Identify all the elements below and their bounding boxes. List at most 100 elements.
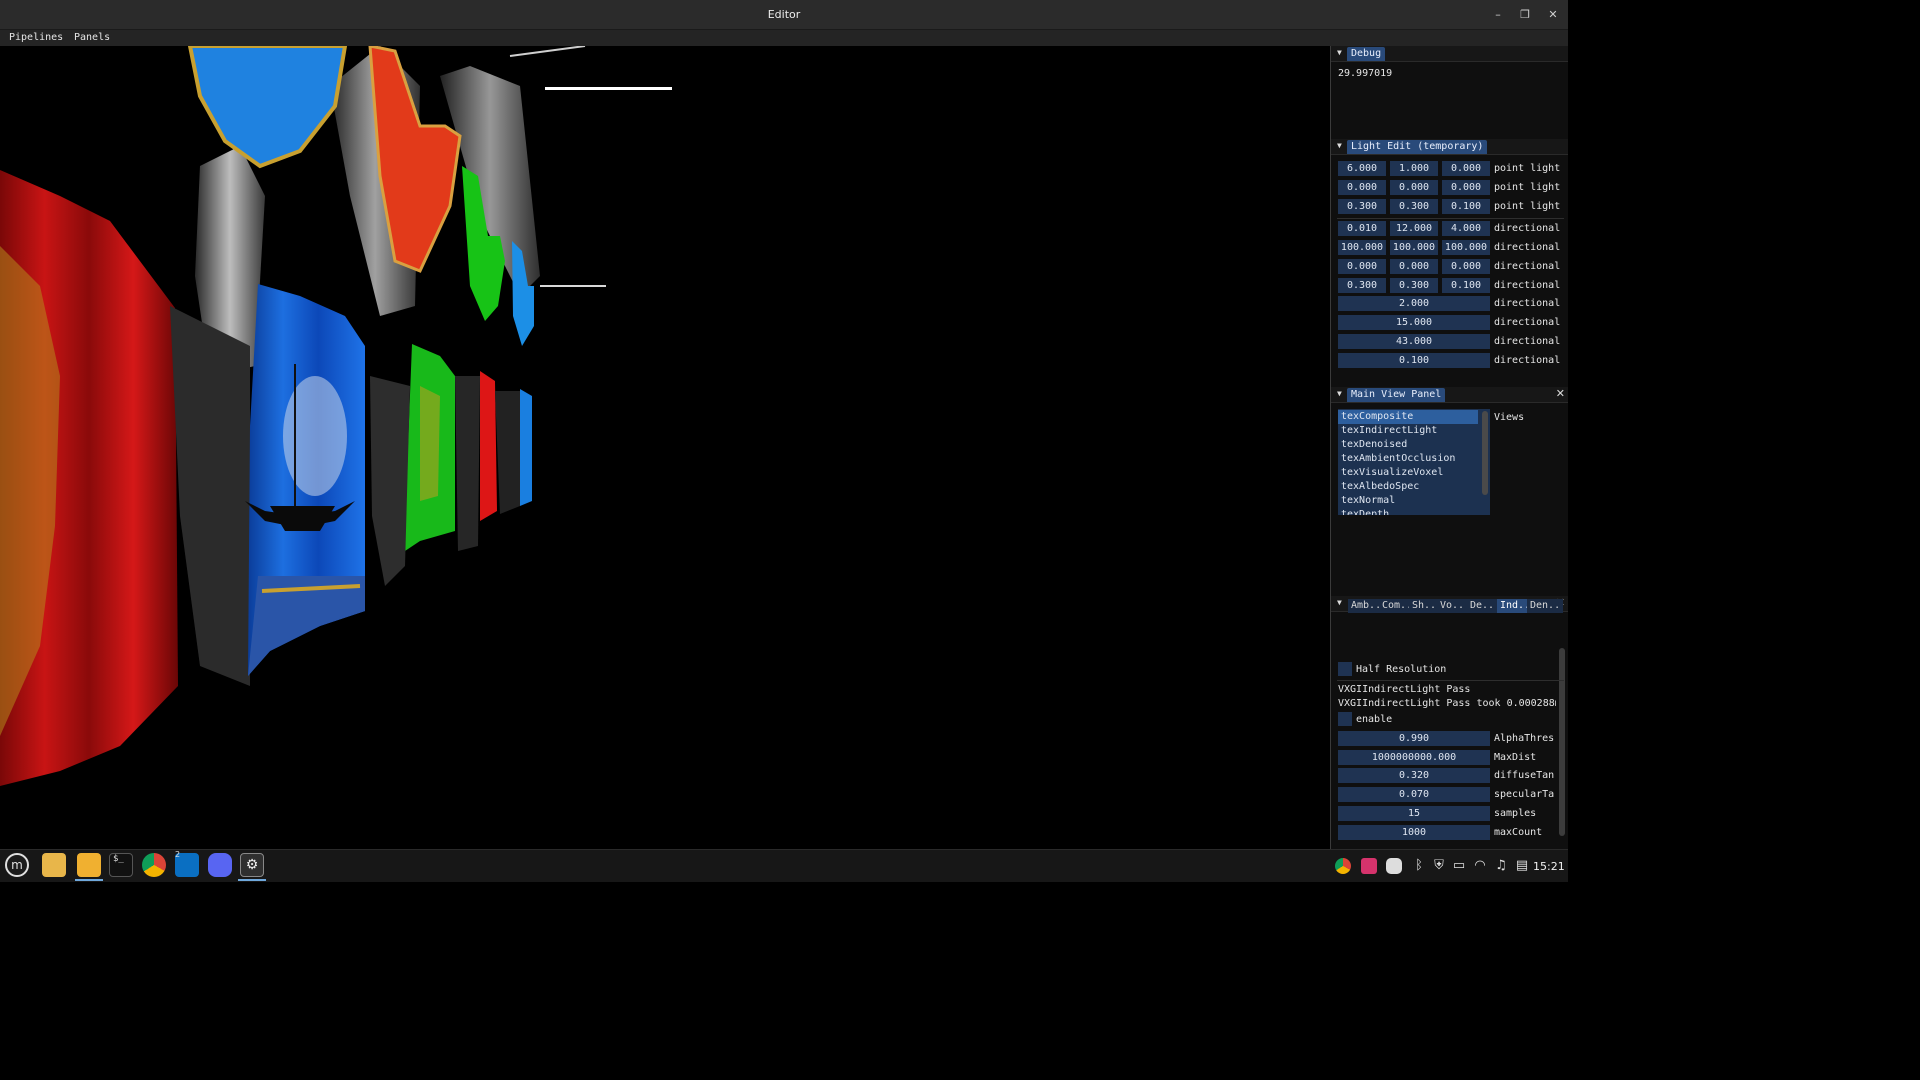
mint-menu-icon[interactable]: m	[5, 853, 29, 877]
close-icon[interactable]: ✕	[1545, 7, 1561, 23]
enable-label: enable	[1356, 714, 1393, 725]
param-specular-tan[interactable]: 0.070	[1338, 787, 1490, 802]
debug-fps-value: 29.997019	[1338, 68, 1393, 79]
directional-scalar-3[interactable]: 43.000	[1338, 334, 1490, 349]
directional-dir-z[interactable]: 4.000	[1442, 221, 1490, 236]
directional-scalar-1[interactable]: 2.000	[1338, 296, 1490, 311]
menu-pipelines[interactable]: Pipelines	[9, 32, 63, 43]
param-label: samples	[1494, 808, 1537, 819]
directional-label: directional	[1494, 280, 1561, 291]
point-light-pos-y[interactable]: 1.000	[1390, 161, 1438, 176]
views-listbox[interactable]: texComposite texIndirectLight texDenoise…	[1338, 409, 1490, 515]
discord-icon[interactable]	[208, 853, 232, 877]
maximize-icon[interactable]: ❐	[1517, 7, 1533, 23]
point-light-color-b[interactable]: 0.000	[1442, 180, 1490, 195]
directional-vec3a-z[interactable]: 0.000	[1442, 259, 1490, 274]
point-light-color-g[interactable]: 0.000	[1390, 180, 1438, 195]
tab-debug[interactable]: Debug	[1347, 47, 1386, 61]
collapse-triangle-icon[interactable]: ▼	[1337, 48, 1342, 57]
half-resolution-checkbox[interactable]	[1338, 662, 1352, 676]
file-manager-icon[interactable]	[77, 853, 101, 877]
list-item[interactable]: texDenoised	[1341, 438, 1407, 452]
list-item[interactable]: texComposite	[1338, 410, 1478, 424]
close-icon[interactable]: ✕	[1556, 387, 1565, 400]
directional-label: directional	[1494, 261, 1561, 272]
point-light-atten-z[interactable]: 0.100	[1442, 199, 1490, 214]
param-label: specularTa	[1494, 789, 1554, 800]
enable-checkbox[interactable]	[1338, 712, 1352, 726]
views-label: Views	[1494, 412, 1525, 423]
chrome-tray-icon[interactable]	[1335, 858, 1351, 874]
tab-light-edit[interactable]: Light Edit (temporary)	[1347, 140, 1488, 154]
tab-voxelize[interactable]: Vo..	[1437, 599, 1468, 613]
discord-tray-icon[interactable]	[1386, 858, 1402, 874]
directional-vec3b-z[interactable]: 0.100	[1442, 278, 1490, 293]
list-scrollbar[interactable]	[1482, 411, 1488, 495]
param-max-count[interactable]: 1000	[1338, 825, 1490, 840]
param-alpha-threshold[interactable]: 0.990	[1338, 731, 1490, 746]
directional-intensity-r[interactable]: 100.000	[1338, 240, 1386, 255]
collapse-triangle-icon[interactable]: ▼	[1337, 598, 1342, 607]
bluetooth-icon[interactable]: ᛒ	[1411, 858, 1427, 874]
directional-label: directional	[1494, 242, 1561, 253]
directional-scalar-2[interactable]: 15.000	[1338, 315, 1490, 330]
directional-intensity-b[interactable]: 100.000	[1442, 240, 1490, 255]
point-light-pos-label: point light p	[1494, 163, 1566, 174]
point-light-atten-y[interactable]: 0.300	[1390, 199, 1438, 214]
chrome-icon[interactable]	[142, 853, 166, 877]
directional-vec3b-x[interactable]: 0.300	[1338, 278, 1386, 293]
directional-intensity-g[interactable]: 100.000	[1390, 240, 1438, 255]
half-resolution-label: Half Resolution	[1356, 664, 1447, 675]
list-item[interactable]: texAlbedoSpec	[1341, 480, 1419, 494]
tab-denoise[interactable]: Den..	[1527, 599, 1564, 613]
tab-main-view-panel[interactable]: Main View Panel	[1347, 388, 1446, 402]
param-max-dist[interactable]: 1000000000.000	[1338, 750, 1490, 765]
param-diffuse-tan[interactable]: 0.320	[1338, 768, 1490, 783]
directional-vec3b-y[interactable]: 0.300	[1390, 278, 1438, 293]
param-samples[interactable]: 15	[1338, 806, 1490, 821]
menu-panels[interactable]: Panels	[74, 32, 110, 43]
list-item[interactable]: texVisualizeVoxel	[1341, 466, 1443, 480]
render-viewport[interactable]	[0, 46, 1330, 849]
collapse-triangle-icon[interactable]: ▼	[1337, 141, 1342, 150]
drive-icon[interactable]: ▭	[1451, 858, 1467, 874]
clock[interactable]: 15:21	[1533, 860, 1565, 873]
point-light-color-r[interactable]: 0.000	[1338, 180, 1386, 195]
param-label: diffuseTan	[1494, 770, 1554, 781]
point-light-pos-z[interactable]: 0.000	[1442, 161, 1490, 176]
debug-panel-header: ▼ Debug	[1331, 46, 1568, 62]
app-tray-icon[interactable]	[1361, 858, 1377, 874]
list-item[interactable]: texDepth	[1341, 508, 1389, 515]
directional-label: directional	[1494, 336, 1561, 347]
tab-deferred[interactable]: De..	[1467, 599, 1498, 613]
point-light-atten-x[interactable]: 0.300	[1338, 199, 1386, 214]
vscode-badge: 2	[175, 850, 181, 859]
directional-vec3a-y[interactable]: 0.000	[1390, 259, 1438, 274]
shield-icon[interactable]: ⛨	[1431, 858, 1447, 874]
light-edit-panel-header: ▼ Light Edit (temporary)	[1331, 139, 1568, 155]
list-item[interactable]: texAmbientOcclusion	[1341, 452, 1455, 466]
point-light-pos-x[interactable]: 6.000	[1338, 161, 1386, 176]
directional-dir-y[interactable]: 12.000	[1390, 221, 1438, 236]
files-folder-icon[interactable]	[42, 853, 66, 877]
active-indicator	[75, 879, 103, 881]
passes-scrollbar[interactable]	[1559, 648, 1565, 836]
wifi-icon[interactable]: ◠	[1472, 858, 1488, 874]
directional-vec3a-x[interactable]: 0.000	[1338, 259, 1386, 274]
point-light-color-label: point light c	[1494, 182, 1566, 193]
taskbar	[0, 849, 1568, 882]
minimize-icon[interactable]: –	[1490, 7, 1506, 23]
window-titlebar: Editor – ❐ ✕	[0, 0, 1568, 30]
tab-shadow[interactable]: Sh..	[1409, 599, 1440, 613]
directional-dir-x[interactable]: 0.010	[1338, 221, 1386, 236]
clipboard-icon[interactable]: ▤	[1514, 858, 1530, 874]
music-icon[interactable]: ♫	[1493, 858, 1509, 874]
main-view-panel-header: ▼ Main View Panel ✕	[1331, 387, 1568, 403]
param-label: MaxDist	[1494, 752, 1537, 763]
list-item[interactable]: texIndirectLight	[1341, 424, 1437, 438]
list-item[interactable]: texNormal	[1341, 494, 1395, 508]
collapse-triangle-icon[interactable]: ▼	[1337, 389, 1342, 398]
terminal-icon[interactable]: $_	[109, 853, 133, 877]
editor-app-icon[interactable]: ⚙	[240, 853, 264, 877]
directional-scalar-4[interactable]: 0.100	[1338, 353, 1490, 368]
